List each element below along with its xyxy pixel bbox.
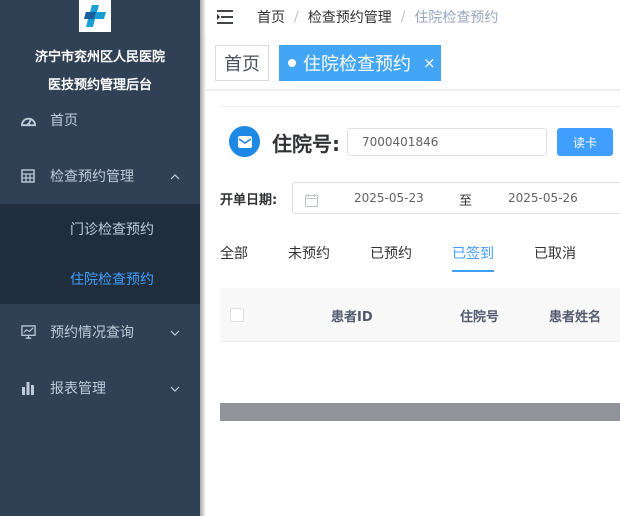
column-header-patient-name: 患者姓名 [549,310,602,325]
inpatient-number-label: 住院号: [272,132,340,156]
table-header: 患者ID 住院号 患者姓名 [220,288,620,342]
close-icon[interactable]: × [423,54,436,72]
table-icon [20,168,36,184]
tag-inpatient-booking[interactable]: 住院检查预约 × [279,45,441,81]
order-date-label: 开单日期: [220,193,278,208]
tab-not-booked[interactable]: 未预约 [288,243,330,272]
tab-booked[interactable]: 已预约 [370,243,412,272]
date-start-input[interactable]: 2025-05-23 [354,191,424,205]
column-header-patient-id: 患者ID [331,310,373,325]
status-tabs: 全部 未预约 已预约 已签到 已取消 [220,243,620,273]
tag-home-label: 首页 [224,54,260,75]
sidebar-subitem-inpatient[interactable]: 住院检查预约 [0,254,200,304]
select-all-checkbox[interactable] [230,308,244,322]
sidebar-item-reports[interactable]: 报表管理 [0,360,200,416]
divider [220,106,620,107]
hospital-name-line1: 济宁市兖州区人民医院 [34,50,165,65]
breadcrumb-exam-booking[interactable]: 检查预约管理 [308,7,392,27]
calendar-icon [305,192,318,207]
breadcrumb-current: 住院检查预约 [414,10,499,26]
sidebar-item-home[interactable]: 首页 [0,92,200,148]
app-root: 济宁市兖州区人民医院 医技预约管理后台 首页 检查预约管理 门诊检查预约 住院检… [0,0,620,516]
monitor-icon [20,324,36,340]
tab-cancelled[interactable]: 已取消 [534,243,576,272]
chevron-down-icon [170,326,180,336]
sidebar-item-reports-label: 报表管理 [50,381,106,397]
hospital-logo-icon [79,0,111,32]
chevron-down-icon [170,382,180,392]
tag-home[interactable]: 首页 [215,45,269,81]
sidebar-subitem-inpatient-label: 住院检查预约 [70,272,154,288]
sidebar-subitem-outpatient[interactable]: 门诊检查预约 [0,204,200,254]
sidebar-item-exam-booking-label: 检查预约管理 [50,169,134,185]
sidebar-item-exam-booking[interactable]: 检查预约管理 [0,148,200,204]
card-reader-icon [229,126,260,157]
hamburger-icon[interactable] [217,9,235,25]
chevron-up-icon [170,170,180,180]
tag-inpatient-booking-label: 住院检查预约 [303,54,411,75]
navbar: 首页 / 检查预约管理 / 住院检查预约 [206,0,620,34]
breadcrumb-home[interactable]: 首页 [257,7,285,27]
date-range-picker[interactable]: 2025-05-23 至 2025-05-26 [292,182,620,214]
bar-chart-icon [20,380,36,396]
read-card-button[interactable]: 读卡 [557,128,613,156]
sidebar: 济宁市兖州区人民医院 医技预约管理后台 首页 检查预约管理 门诊检查预约 住院检… [0,0,200,516]
date-end-input[interactable]: 2025-05-26 [508,191,578,205]
breadcrumb-separator: / [400,9,406,25]
sidebar-item-booking-query[interactable]: 预约情况查询 [0,304,200,360]
tags-view: 首页 住院检查预约 × [206,34,620,90]
date-range-separator: 至 [459,194,473,209]
sidebar-subitem-outpatient-label: 门诊检查预约 [70,222,154,238]
breadcrumb-separator: / [294,9,299,25]
breadcrumb: 首页 / 检查预约管理 / 住院检查预约 [257,7,498,27]
tab-all[interactable]: 全部 [220,243,248,272]
tab-checked-in[interactable]: 已签到 [452,243,494,272]
inpatient-number-input[interactable] [347,128,547,156]
column-header-inpatient-number: 住院号 [460,310,500,325]
sidebar-item-booking-query-label: 预约情况查询 [50,325,134,341]
dashboard-icon [20,112,36,128]
submenu-exam-booking: 门诊检查预约 住院检查预约 [0,204,200,304]
active-dot-icon [288,59,296,67]
sidebar-item-home-label: 首页 [50,113,78,129]
horizontal-scrollbar[interactable] [220,403,620,421]
